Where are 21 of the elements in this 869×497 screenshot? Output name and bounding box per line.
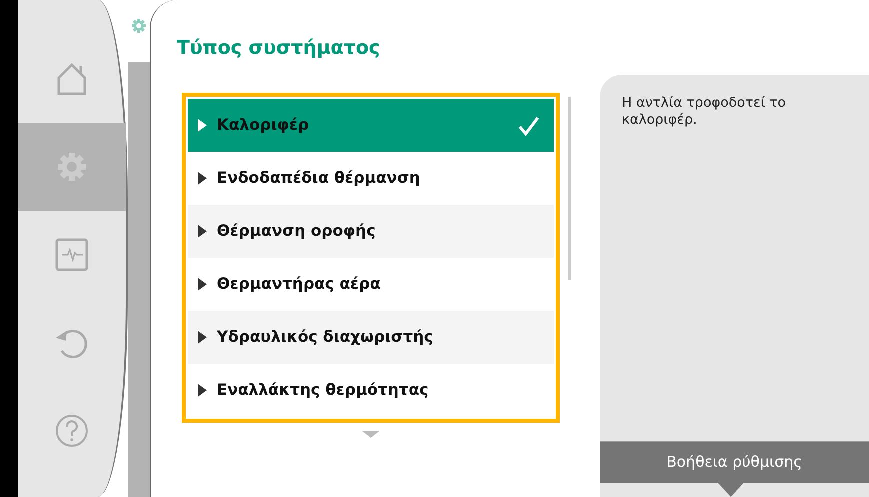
option-row[interactable]: Καλοριφέρ bbox=[188, 99, 554, 152]
down-arrow-icon bbox=[362, 431, 380, 438]
home-icon bbox=[57, 62, 87, 96]
triangle-icon bbox=[198, 119, 207, 132]
pointer-notch bbox=[718, 483, 744, 497]
option-row[interactable]: Θέρμανση οροφής bbox=[188, 205, 554, 258]
gear-icon bbox=[131, 18, 147, 34]
scrollbar[interactable] bbox=[568, 97, 571, 280]
triangle-icon bbox=[198, 278, 207, 291]
screen-title: Τύπος συστήματος bbox=[177, 36, 382, 61]
settings-icon bbox=[56, 151, 88, 183]
sidebar-item[interactable] bbox=[18, 123, 126, 211]
triangle-icon bbox=[198, 225, 207, 238]
triangle-icon bbox=[198, 172, 207, 185]
triangle-icon bbox=[198, 384, 207, 397]
help-text: Η αντλία τροφοδοτεί το καλοριφέρ. bbox=[621, 94, 788, 130]
triangle-icon bbox=[198, 331, 207, 344]
help-icon bbox=[55, 414, 89, 448]
option-row[interactable]: Υδραυλικός διαχωριστής bbox=[188, 311, 554, 364]
checkmark-icon bbox=[518, 116, 540, 136]
monitor-icon bbox=[55, 238, 89, 272]
